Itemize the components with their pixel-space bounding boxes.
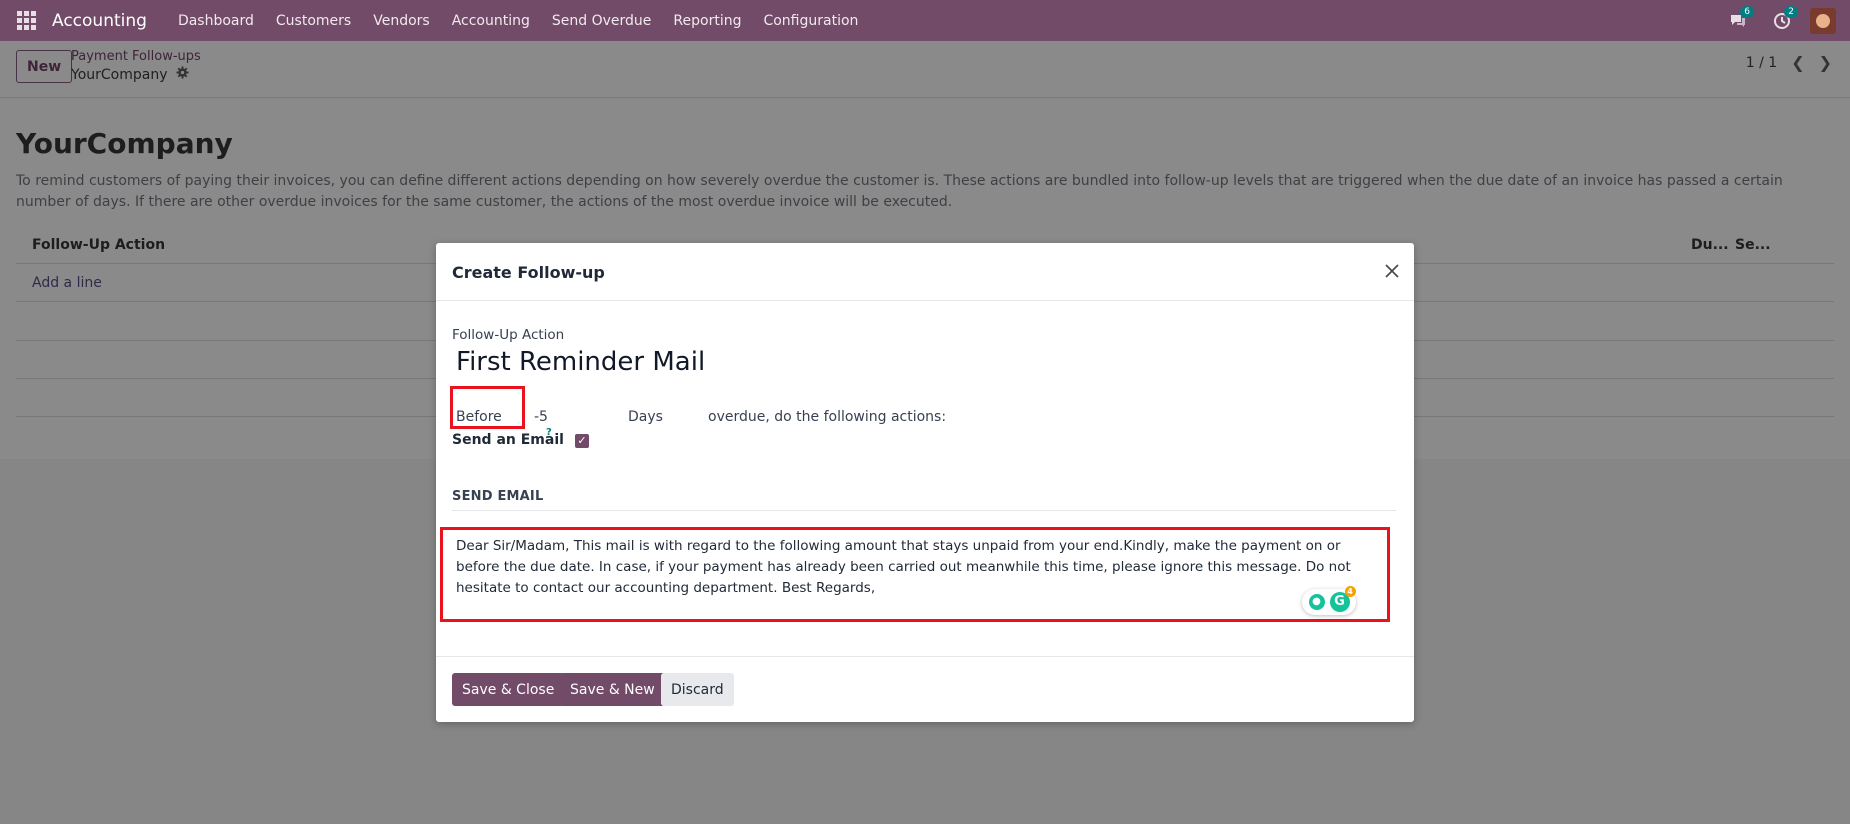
highlight-box-before [450,386,525,429]
chevron-left-icon[interactable]: ❮ [1791,53,1804,72]
activities-clock-icon[interactable]: 2 [1760,0,1804,41]
app-name[interactable]: Accounting [52,11,147,31]
column-send[interactable]: Se... [1735,237,1771,253]
grammarly-widget[interactable]: ● G4 [1302,586,1356,615]
breadcrumb-parent[interactable]: Payment Follow-ups [71,49,201,64]
grammarly-count: 4 [1344,586,1356,597]
new-button[interactable]: New [16,50,73,83]
user-avatar[interactable] [1810,7,1836,34]
highlight-box-body [440,527,1390,622]
messages-badge: 6 [1740,6,1754,18]
follow-up-action-label: Follow-Up Action [452,327,565,343]
menu-configuration[interactable]: Configuration [752,13,869,29]
save-close-button[interactable]: Save & Close [452,673,565,706]
top-navbar: Accounting Dashboard Customers Vendors A… [0,0,1850,41]
menu-accounting[interactable]: Accounting [441,13,541,29]
page-description: To remind customers of paying their invo… [16,173,1783,210]
modal-title: Create Follow-up [452,263,605,282]
activities-badge: 2 [1784,6,1798,18]
close-icon[interactable] [1384,260,1400,284]
menu-send-overdue[interactable]: Send Overdue [541,13,663,29]
chevron-right-icon[interactable]: ❯ [1819,53,1832,72]
breadcrumb-current-row: YourCompany [71,66,201,83]
create-follow-up-dialog: Create Follow-up Follow-Up Action First … [436,243,1414,722]
menu-reporting[interactable]: Reporting [662,13,752,29]
messages-icon[interactable]: 6 [1716,0,1760,41]
menu-vendors[interactable]: Vendors [362,13,440,29]
control-panel: New Payment Follow-ups YourCompany 1 / 1… [0,41,1850,98]
follow-up-name-input[interactable]: First Reminder Mail [456,347,705,377]
days-label: Days [628,409,663,425]
pager-value[interactable]: 1 / 1 [1746,55,1777,71]
menu-dashboard[interactable]: Dashboard [167,13,265,29]
pager: 1 / 1 ❮ ❯ [1746,53,1832,72]
delay-days-input[interactable]: -5 [534,409,548,425]
menu-customers[interactable]: Customers [265,13,362,29]
send-email-checkbox[interactable]: ✓ [575,434,589,448]
delay-row: Before -5 Days overdue, do the following… [452,401,1372,431]
modal-footer: Save & Close Save & New Discard [436,656,1414,722]
apps-menu-icon[interactable] [0,0,52,41]
column-due[interactable]: Du... [1691,237,1729,253]
bulb-icon[interactable]: ● [1308,594,1325,610]
add-line-link[interactable]: Add a line [32,275,102,291]
modal-header: Create Follow-up [436,243,1414,301]
gear-icon[interactable] [175,66,189,83]
save-new-button[interactable]: Save & New [560,673,665,706]
breadcrumb: Payment Follow-ups YourCompany [71,49,201,83]
column-follow-up-action[interactable]: Follow-Up Action [32,237,165,253]
send-email-section-title: SEND EMAIL [452,489,1396,511]
overdue-text: overdue, do the following actions: [708,409,947,425]
page-title: YourCompany [16,127,233,160]
help-tooltip-icon[interactable]: ? [546,427,552,438]
discard-button[interactable]: Discard [661,673,734,706]
grammarly-icon[interactable]: G4 [1329,586,1356,612]
send-email-row: Send an Email ? ✓ [452,427,652,453]
breadcrumb-current: YourCompany [71,66,168,83]
